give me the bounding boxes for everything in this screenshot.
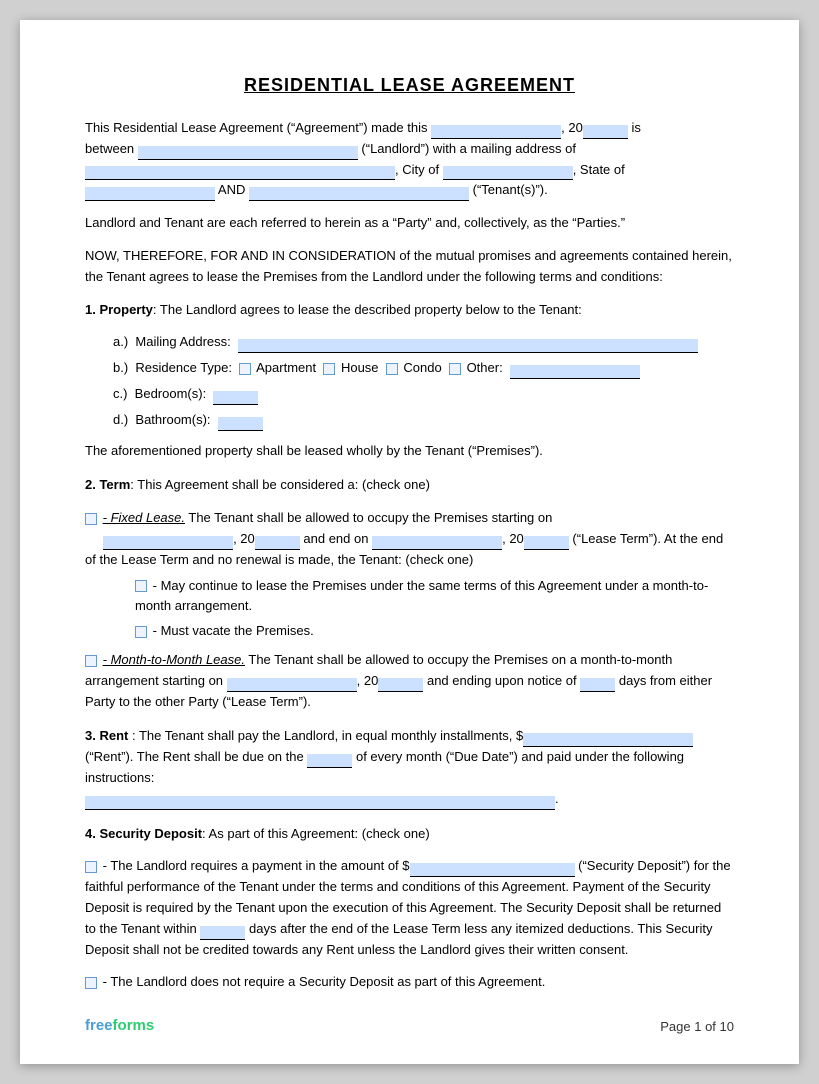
month-start-field[interactable] bbox=[227, 678, 357, 692]
section3-content: 3. Rent : The Tenant shall pay the Landl… bbox=[85, 726, 734, 809]
sub-option-continue: - May continue to lease the Premises und… bbox=[135, 576, 734, 618]
notice-days-field[interactable] bbox=[580, 678, 615, 692]
freeforms-logo: freeforms bbox=[85, 1017, 154, 1034]
house-checkbox[interactable] bbox=[323, 363, 335, 375]
city-field[interactable] bbox=[443, 166, 573, 180]
section4-header: 4. Security Deposit bbox=[85, 826, 202, 841]
fixed-lease-suboptions: - May continue to lease the Premises und… bbox=[135, 576, 734, 642]
landlord-name-field[interactable] bbox=[138, 146, 358, 160]
fixed-start-date-field[interactable] bbox=[103, 536, 233, 550]
section1-header: 1. Property bbox=[85, 302, 153, 317]
year-field[interactable] bbox=[583, 125, 628, 139]
condo-checkbox[interactable] bbox=[386, 363, 398, 375]
continue-checkbox[interactable] bbox=[135, 580, 147, 592]
due-date-field[interactable] bbox=[307, 754, 352, 768]
other-checkbox[interactable] bbox=[449, 363, 461, 375]
security-not-required-checkbox[interactable] bbox=[85, 977, 97, 989]
bedrooms-field[interactable] bbox=[213, 391, 258, 405]
month-checkbox[interactable] bbox=[85, 655, 97, 667]
fixed-end-date-field[interactable] bbox=[372, 536, 502, 550]
security-option1: - The Landlord requires a payment in the… bbox=[85, 856, 734, 960]
month-label: - Month-to-Month Lease. bbox=[103, 652, 245, 667]
bathrooms-field[interactable] bbox=[218, 417, 263, 431]
payment-instructions-field[interactable] bbox=[85, 796, 555, 810]
mailing-address-field[interactable] bbox=[85, 166, 395, 180]
fixed-lease-option: - Fixed Lease. The Tenant shall be allow… bbox=[85, 508, 734, 570]
month-to-month-option: - Month-to-Month Lease. The Tenant shall… bbox=[85, 650, 734, 712]
month-start-year-field[interactable] bbox=[378, 678, 423, 692]
section4-header-line: 4. Security Deposit: As part of this Agr… bbox=[85, 824, 734, 845]
section-2: 2. Term: This Agreement shall be conside… bbox=[85, 475, 734, 712]
section-4: 4. Security Deposit: As part of this Agr… bbox=[85, 824, 734, 994]
section3-header: 3. Rent bbox=[85, 728, 128, 743]
security-return-days-field[interactable] bbox=[200, 926, 245, 940]
section-1: 1. Property: The Landlord agrees to leas… bbox=[85, 300, 734, 462]
item-b: b.) Residence Type: Apartment House Cond… bbox=[113, 358, 734, 379]
section2-header: 2. Term bbox=[85, 477, 130, 492]
security-required-checkbox[interactable] bbox=[85, 861, 97, 873]
item-d: d.) Bathroom(s): bbox=[113, 410, 734, 431]
document-page: RESIDENTIAL LEASE AGREEMENT This Residen… bbox=[20, 20, 799, 1064]
logo-free: free bbox=[85, 1017, 113, 1034]
footer: freeforms Page 1 of 10 bbox=[85, 1017, 734, 1034]
date-field[interactable] bbox=[431, 125, 561, 139]
vacate-checkbox[interactable] bbox=[135, 626, 147, 638]
logo-forms: forms bbox=[113, 1017, 155, 1034]
fixed-label: - Fixed Lease. bbox=[103, 510, 185, 525]
other-residence-field[interactable] bbox=[510, 365, 640, 379]
section2-header-line: 2. Term: This Agreement shall be conside… bbox=[85, 475, 734, 496]
section1-header-line: 1. Property: The Landlord agrees to leas… bbox=[85, 300, 734, 321]
rent-amount-field[interactable] bbox=[523, 733, 693, 747]
party-note: Landlord and Tenant are each referred to… bbox=[85, 213, 734, 234]
item-a: a.) Mailing Address: bbox=[113, 332, 734, 353]
security-amount-field[interactable] bbox=[410, 863, 575, 877]
premises-note: The aforementioned property shall be lea… bbox=[85, 441, 734, 462]
fixed-lease-checkbox[interactable] bbox=[85, 513, 97, 525]
intro-line1: This Residential Lease Agreement (“Agree… bbox=[85, 120, 428, 135]
fixed-end-year-field[interactable] bbox=[524, 536, 569, 550]
consideration-text: NOW, THEREFORE, FOR AND IN CONSIDERATION… bbox=[85, 246, 734, 288]
intro-paragraph: This Residential Lease Agreement (“Agree… bbox=[85, 118, 734, 201]
item-c: c.) Bedroom(s): bbox=[113, 384, 734, 405]
section1-items: a.) Mailing Address: b.) Residence Type:… bbox=[113, 332, 734, 430]
mailing-address-property-field[interactable] bbox=[238, 339, 698, 353]
security-option2: - The Landlord does not require a Securi… bbox=[85, 972, 734, 993]
document-title: RESIDENTIAL LEASE AGREEMENT bbox=[85, 75, 734, 96]
section-3: 3. Rent : The Tenant shall pay the Landl… bbox=[85, 726, 734, 809]
apartment-checkbox[interactable] bbox=[239, 363, 251, 375]
sub-option-vacate: - Must vacate the Premises. bbox=[135, 621, 734, 642]
page-number: Page 1 of 10 bbox=[660, 1019, 734, 1034]
state-field[interactable] bbox=[85, 187, 215, 201]
tenant-name-field[interactable] bbox=[249, 187, 469, 201]
fixed-start-year-field[interactable] bbox=[255, 536, 300, 550]
